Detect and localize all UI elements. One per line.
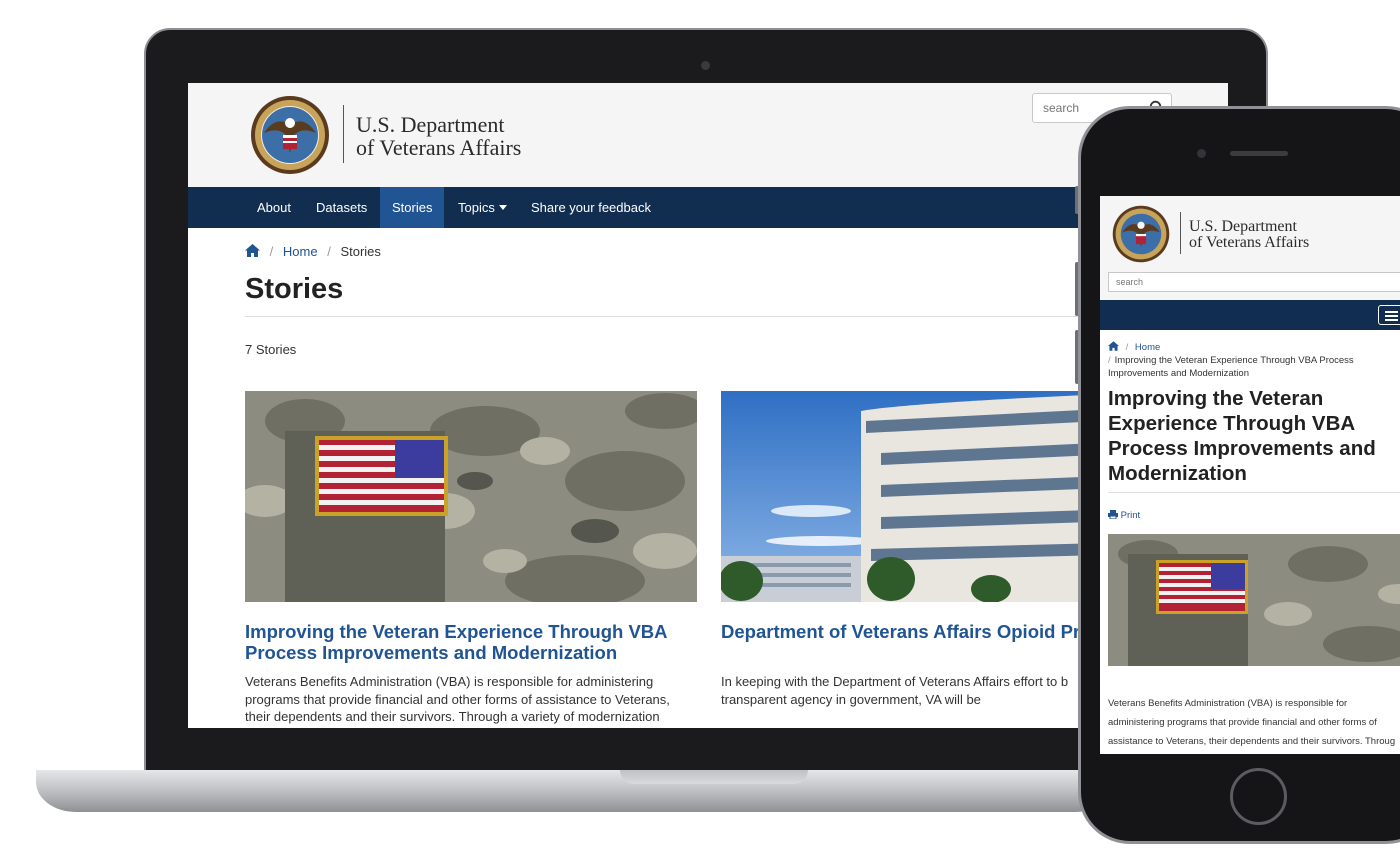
site-header: U.S. Department of Veterans Affairs sear… (188, 83, 1228, 187)
page-title: Stories (245, 273, 344, 305)
laptop-screen: U.S. Department of Veterans Affairs sear… (188, 83, 1228, 728)
breadcrumb-separator: / (327, 244, 331, 259)
caret-down-icon (498, 205, 507, 210)
main-nav: About Datasets Stories Topics Share your… (188, 187, 1228, 228)
phone-camera (1197, 149, 1206, 158)
laptop-base (36, 770, 1116, 812)
home-icon[interactable] (245, 244, 260, 257)
breadcrumb-current: / Improving the Veteran Experience Throug… (1108, 355, 1354, 379)
brand-divider (343, 105, 344, 163)
mobile-header: U.S. Department of Veterans Affairs sear… (1100, 196, 1400, 300)
brand-name-line2[interactable]: of Veterans Affairs (1189, 234, 1309, 251)
search-placeholder: search (1043, 101, 1080, 115)
va-seal-logo[interactable] (1112, 205, 1170, 263)
stories-count: 7 Stories (245, 342, 297, 357)
story-title-link[interactable]: Improving the Veteran Experience Through… (245, 621, 695, 663)
breadcrumb-home-link[interactable]: Home (1135, 342, 1160, 353)
breadcrumb-home-link[interactable]: Home (283, 244, 318, 259)
brand-name-line2[interactable]: of Veterans Affairs (356, 136, 521, 160)
search-placeholder: search (1116, 277, 1144, 287)
story-summary: Veterans Benefits Administration (VBA) i… (245, 674, 670, 724)
va-seal-logo[interactable] (250, 95, 330, 175)
breadcrumb-current: Stories (340, 244, 381, 259)
article-title: Improving the Veteran Experience Through… (1108, 387, 1376, 485)
nav-item-datasets[interactable]: Datasets (304, 187, 379, 228)
home-icon[interactable] (1108, 341, 1119, 351)
print-link[interactable]: Print (1108, 510, 1140, 521)
mobile-search-input[interactable]: search (1108, 272, 1400, 292)
brand-name-line1[interactable]: U.S. Department (1189, 218, 1297, 235)
breadcrumb-separator: / (1125, 342, 1129, 353)
brand-name-line1[interactable]: U.S. Department (356, 113, 504, 137)
breadcrumb: / Home / Stories (245, 244, 381, 259)
article-body: Veterans Benefits Administration (VBA) i… (1108, 698, 1396, 747)
laptop-notch (620, 770, 808, 784)
nav-item-about[interactable]: About (245, 187, 303, 228)
mobile-breadcrumb: / Home (1108, 341, 1160, 353)
breadcrumb-separator: / (269, 244, 274, 259)
title-divider (1108, 492, 1400, 493)
nav-item-share-feedback[interactable]: Share your feedback (519, 187, 663, 228)
story-image-uniform-flag[interactable] (245, 391, 697, 602)
article-image-uniform-flag (1108, 534, 1400, 666)
laptop-camera (701, 61, 710, 70)
title-divider (245, 316, 1145, 317)
story-summary: In keeping with the Department of Vetera… (721, 674, 1069, 707)
phone-speaker (1230, 151, 1288, 156)
mobile-nav (1100, 300, 1400, 330)
hamburger-menu-icon[interactable] (1378, 305, 1400, 325)
nav-item-stories[interactable]: Stories (380, 187, 445, 228)
print-icon (1108, 510, 1118, 520)
phone-home-button[interactable] (1230, 768, 1287, 825)
nav-item-topics[interactable]: Topics (446, 187, 519, 228)
phone-screen: U.S. Department of Veterans Affairs sear… (1100, 196, 1400, 754)
brand-divider (1180, 212, 1181, 254)
